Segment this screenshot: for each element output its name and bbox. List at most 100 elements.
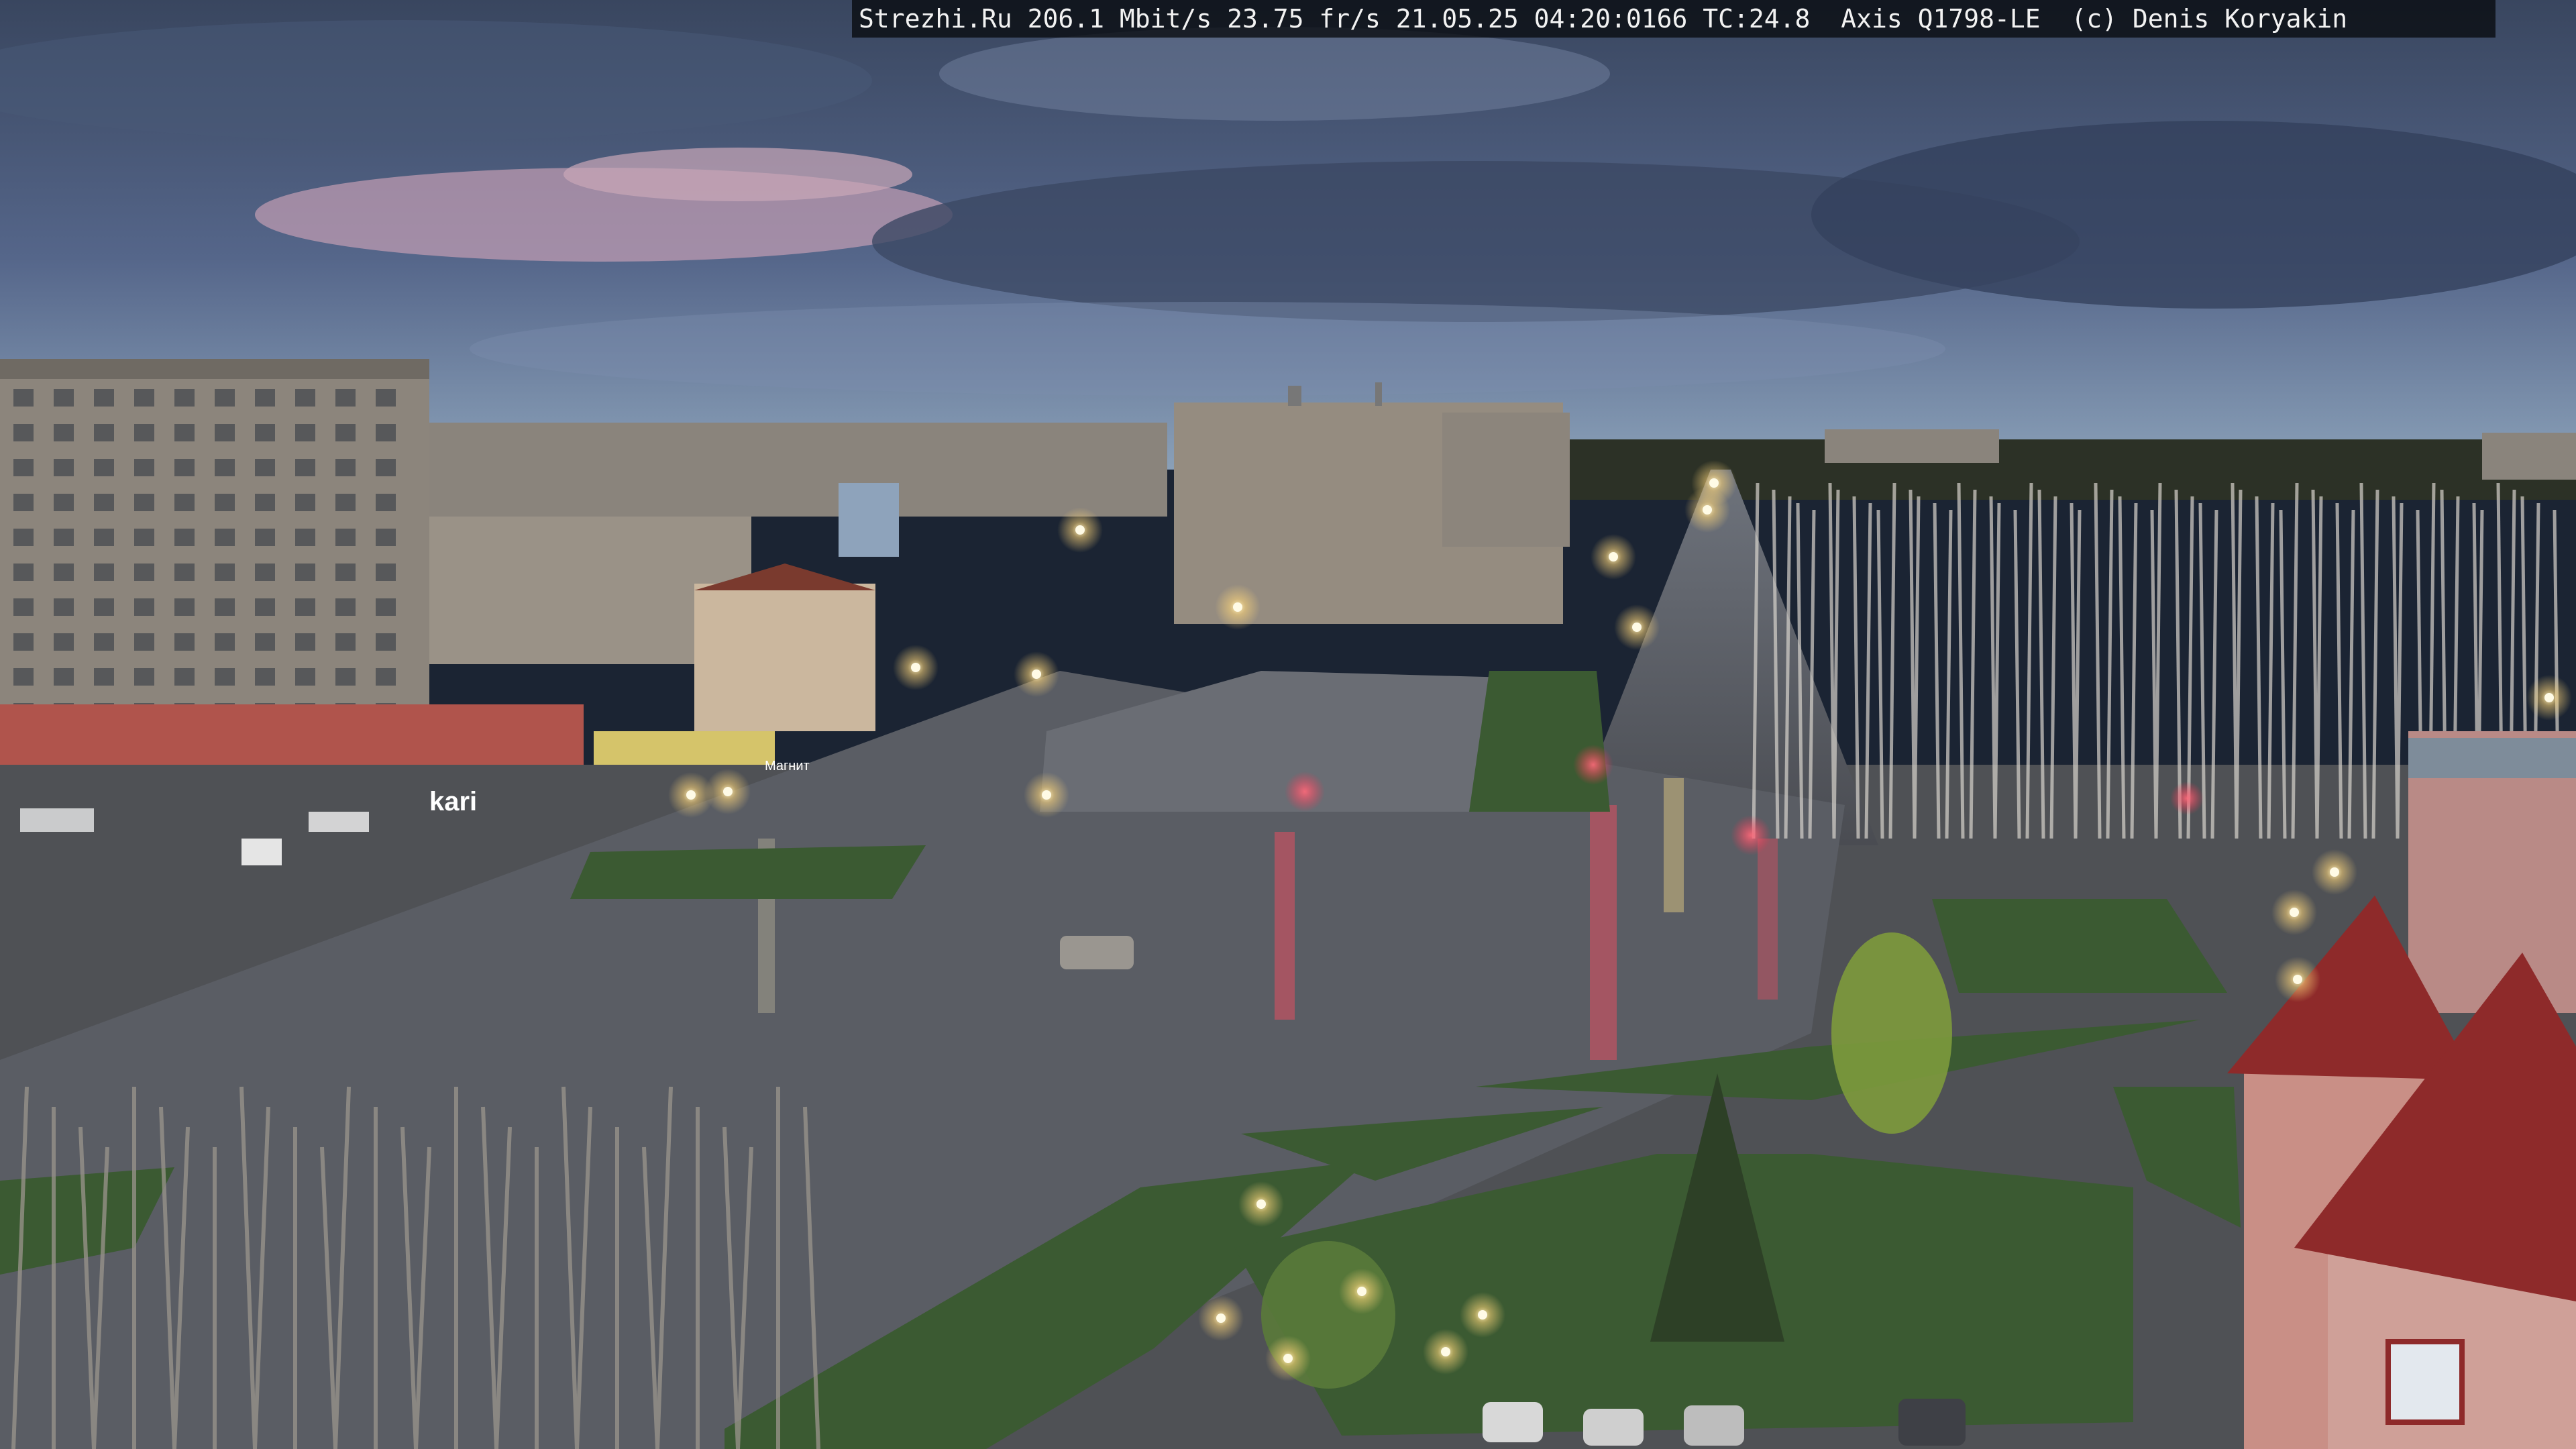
window bbox=[134, 459, 154, 476]
window bbox=[255, 424, 275, 441]
window bbox=[94, 668, 114, 686]
window bbox=[335, 564, 356, 581]
window bbox=[54, 564, 74, 581]
window bbox=[54, 389, 74, 407]
window bbox=[174, 494, 195, 511]
window bbox=[54, 529, 74, 546]
window bbox=[134, 389, 154, 407]
street-lamp bbox=[686, 790, 696, 800]
window bbox=[174, 564, 195, 581]
window bbox=[13, 633, 34, 651]
street-lamp bbox=[1042, 790, 1051, 800]
window bbox=[94, 564, 114, 581]
window bbox=[134, 633, 154, 651]
window bbox=[255, 459, 275, 476]
window bbox=[94, 529, 114, 546]
window bbox=[174, 529, 195, 546]
window bbox=[13, 459, 34, 476]
window bbox=[295, 424, 315, 441]
street-lamp bbox=[1478, 1310, 1487, 1320]
street-lamp bbox=[1233, 602, 1242, 612]
window bbox=[13, 424, 34, 441]
window bbox=[134, 424, 154, 441]
window bbox=[174, 459, 195, 476]
window bbox=[215, 529, 235, 546]
window bbox=[215, 424, 235, 441]
window bbox=[376, 598, 396, 616]
window bbox=[295, 564, 315, 581]
street-lamp bbox=[2544, 693, 2554, 702]
window bbox=[255, 633, 275, 651]
window bbox=[215, 494, 235, 511]
window bbox=[54, 598, 74, 616]
window bbox=[376, 459, 396, 476]
window bbox=[335, 389, 356, 407]
street-lamp bbox=[1632, 623, 1642, 632]
window bbox=[295, 529, 315, 546]
window bbox=[335, 529, 356, 546]
street-lamp bbox=[1357, 1287, 1366, 1296]
window bbox=[255, 564, 275, 581]
window bbox=[255, 494, 275, 511]
window bbox=[215, 564, 235, 581]
window bbox=[295, 494, 315, 511]
window bbox=[255, 389, 275, 407]
window bbox=[335, 598, 356, 616]
window bbox=[94, 389, 114, 407]
window bbox=[54, 494, 74, 511]
street-lamp bbox=[1216, 1313, 1226, 1323]
window bbox=[134, 529, 154, 546]
street-lamp bbox=[1609, 552, 1618, 561]
window bbox=[376, 389, 396, 407]
window bbox=[376, 668, 396, 686]
window bbox=[54, 633, 74, 651]
window bbox=[54, 668, 74, 686]
shop-sign-center: Магнит bbox=[765, 759, 810, 773]
window bbox=[94, 424, 114, 441]
window bbox=[215, 389, 235, 407]
window bbox=[94, 598, 114, 616]
window bbox=[215, 598, 235, 616]
street-lamp bbox=[1032, 669, 1041, 679]
window bbox=[94, 633, 114, 651]
street-lamp bbox=[1256, 1199, 1266, 1209]
window bbox=[174, 633, 195, 651]
window bbox=[335, 633, 356, 651]
window bbox=[335, 668, 356, 686]
window bbox=[215, 459, 235, 476]
window bbox=[295, 598, 315, 616]
window bbox=[376, 494, 396, 511]
window bbox=[295, 633, 315, 651]
camera-info-overlay: Strezhi.Ru 206.1 Mbit/s 23.75 fr/s 21.05… bbox=[852, 0, 2496, 38]
webcam-scene: kari Магнит bbox=[0, 0, 2576, 1449]
window bbox=[335, 424, 356, 441]
street-lamp bbox=[1283, 1354, 1293, 1363]
window bbox=[174, 668, 195, 686]
window bbox=[13, 389, 34, 407]
shop-sign-kari: kari bbox=[429, 787, 477, 816]
street-lamp bbox=[723, 787, 733, 796]
window bbox=[13, 598, 34, 616]
window bbox=[94, 494, 114, 511]
street-lamp bbox=[1075, 525, 1085, 535]
window bbox=[13, 529, 34, 546]
street-lamp bbox=[1709, 478, 1719, 488]
window bbox=[255, 529, 275, 546]
window bbox=[134, 494, 154, 511]
window bbox=[13, 564, 34, 581]
window bbox=[215, 668, 235, 686]
window bbox=[255, 598, 275, 616]
window bbox=[174, 598, 195, 616]
window bbox=[376, 424, 396, 441]
window bbox=[174, 389, 195, 407]
window bbox=[134, 668, 154, 686]
window bbox=[94, 459, 114, 476]
street-lamp bbox=[1441, 1347, 1450, 1356]
window bbox=[295, 668, 315, 686]
window bbox=[335, 459, 356, 476]
window bbox=[255, 668, 275, 686]
window bbox=[134, 564, 154, 581]
window bbox=[376, 633, 396, 651]
window bbox=[54, 459, 74, 476]
window bbox=[376, 529, 396, 546]
